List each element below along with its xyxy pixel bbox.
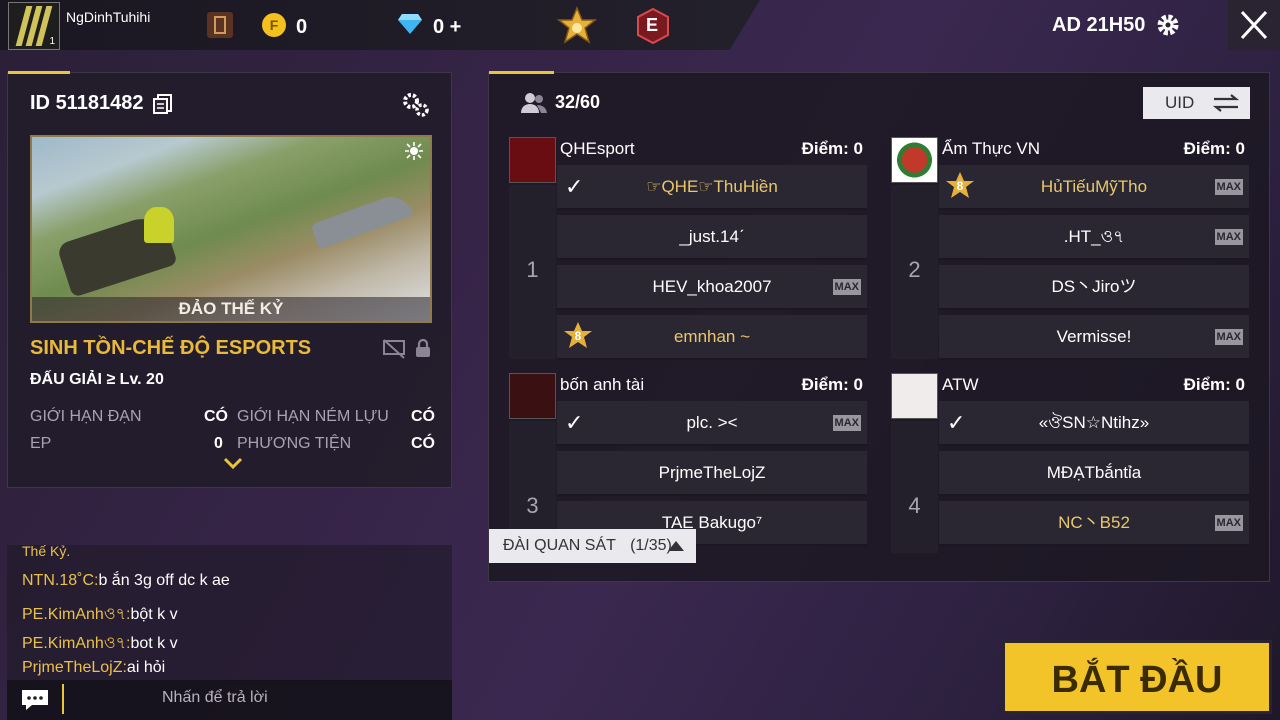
rule-label: PHƯƠNG TIỆN (237, 435, 352, 452)
max-badge: MAX (832, 279, 861, 295)
team-name: bốn anh tài (560, 375, 645, 394)
uid-toggle-button[interactable]: UID (1143, 87, 1250, 119)
uid-button-label: UID (1165, 93, 1195, 112)
chat-bubble-icon[interactable] (20, 688, 50, 712)
rank-crown-icon[interactable] (557, 6, 597, 46)
player-avatar[interactable]: 1 (8, 2, 60, 50)
chat-divider (62, 684, 64, 714)
rule-value: CÓ (411, 435, 435, 452)
start-button[interactable]: BẮT ĐẦU (1002, 640, 1272, 714)
team-name: Ẩm Thực VN (942, 139, 1040, 158)
team-name: ATW (942, 375, 979, 394)
rank-badge-letter: E (646, 15, 659, 35)
ready-check-icon: ✓ (565, 174, 584, 199)
player-slot[interactable]: MĐẠTbắntỉa (939, 451, 1249, 496)
chat-line: PrjmeTheLojZ:ai hỏi (22, 659, 166, 676)
player-slot[interactable]: 8 emnhan ~ (557, 315, 867, 360)
chat-line: PE.KimAnhও৭:bột k v (22, 606, 178, 623)
team-score: Điểm: 0 (801, 375, 863, 394)
rule-value: CÓ (411, 408, 435, 425)
room-id-value: 51181482 (55, 92, 144, 114)
player-slot[interactable]: _just.14ˊ (557, 215, 867, 260)
rule-label: GIỚI HẠN ĐẠN (30, 408, 142, 425)
room-id-label: ID (30, 92, 50, 114)
tournament-requirement: ĐẤU GIẢI ≥ Lv. 20 (30, 371, 164, 388)
settings-gear-icon[interactable] (1156, 13, 1180, 37)
spectator-label: ĐÀI QUAN SÁT (503, 537, 616, 554)
map-name: ĐẢO THẾ KỶ (32, 297, 430, 321)
close-button[interactable] (1228, 0, 1280, 50)
chat-line: NTN.18˚C:b ắn 3g off dc k ae (22, 572, 230, 589)
room-settings-icon[interactable] (401, 91, 431, 119)
spectator-count: (1/35) (630, 537, 672, 554)
lock-icon (416, 338, 430, 357)
caret-up-icon (668, 541, 684, 551)
player-slot[interactable]: PrjmeTheLojZ (557, 451, 867, 496)
door-icon[interactable] (207, 12, 233, 38)
player-slot[interactable]: .HT_ও৭ MAX (939, 215, 1249, 260)
no-screen-icon (383, 339, 405, 359)
team-score: Điểm: 0 (1183, 139, 1245, 158)
chat-reply-placeholder[interactable]: Nhấn để trả lời (162, 689, 268, 707)
chat-line: PE.KimAnhও৭:bot k v (22, 635, 178, 652)
team-score: Điểm: 0 (1183, 375, 1245, 394)
ready-check-icon: ✓ (565, 410, 584, 435)
spectator-tab[interactable]: ĐÀI QUAN SÁT (1/35) (489, 529, 696, 563)
rank-crown-icon: 8 (945, 171, 975, 201)
team-card: bốn anh tài Điểm: 0 3 ✓ plc. >< MAX PrjmeT… (509, 373, 867, 553)
room-id: ID 51181482 (30, 92, 143, 115)
rule-value: CÓ (204, 408, 228, 425)
player-slot[interactable]: Vermisse! MAX (939, 315, 1249, 360)
max-badge: MAX (1214, 329, 1243, 345)
team-card: ATW Điểm: 0 4 ✓ «ঔSN☆Ntihz» MĐẠTbắntỉa NC… (891, 373, 1249, 553)
map-preview[interactable]: ĐẢO THẾ KỶ (30, 135, 432, 323)
diamond-icon (398, 14, 422, 34)
player-slot[interactable]: NC丶B52 MAX (939, 501, 1249, 546)
player-count: 32/60 (555, 92, 601, 112)
mode-title: SINH TỒN-CHẾ ĐỘ ESPORTS (30, 337, 312, 359)
ready-check-icon: ✓ (947, 410, 966, 435)
team-number: 2 (891, 185, 938, 359)
player-level: 1 (49, 36, 55, 47)
player-slot[interactable]: ✓ ☞QHE☞ThuHiền (557, 165, 867, 210)
rank-crown-icon: 8 (563, 321, 593, 351)
team-logo (509, 137, 556, 183)
swap-arrows-icon (1212, 94, 1240, 112)
team-logo (891, 137, 938, 183)
expand-chevron-icon[interactable] (223, 457, 243, 471)
team-number: 4 (891, 421, 938, 553)
team-logo (891, 373, 938, 419)
team-name: QHEsport (560, 139, 635, 158)
player-slot[interactable]: ✓ «ঔSN☆Ntihz» (939, 401, 1249, 446)
player-slot[interactable]: HEV_khoa2007 MAX (557, 265, 867, 310)
player-slot[interactable]: 8 HủTiếuMỹTho MAX (939, 165, 1249, 210)
sun-icon (405, 142, 423, 160)
max-badge: MAX (1214, 515, 1243, 531)
max-badge: MAX (1214, 229, 1243, 245)
player-slot[interactable]: DS丶Jiroツ (939, 265, 1249, 310)
server-time: AD 21H50 (1052, 14, 1146, 36)
gold-coin-icon: F (262, 13, 286, 37)
team-number: 1 (509, 185, 556, 359)
max-badge: MAX (832, 415, 861, 431)
rule-label: EP (30, 435, 52, 452)
player-slot[interactable]: ✓ plc. >< MAX (557, 401, 867, 446)
rule-value: 0 (214, 435, 223, 452)
team-logo (509, 373, 556, 419)
team-score: Điểm: 0 (801, 139, 863, 158)
close-icon (1240, 10, 1268, 40)
diamond-value[interactable]: 0 + (433, 16, 461, 39)
chat-line: Thế Kỷ. (22, 543, 71, 559)
copy-icon[interactable] (152, 93, 174, 115)
player-name: NgDinhTuhihi (66, 9, 151, 25)
max-badge: MAX (1214, 179, 1243, 195)
rule-label: GIỚI HẠN NÉM LỰU (237, 408, 389, 425)
rank-badge-icon[interactable]: E (636, 7, 670, 45)
players-icon (521, 93, 547, 113)
gold-value: 0 (296, 16, 308, 38)
